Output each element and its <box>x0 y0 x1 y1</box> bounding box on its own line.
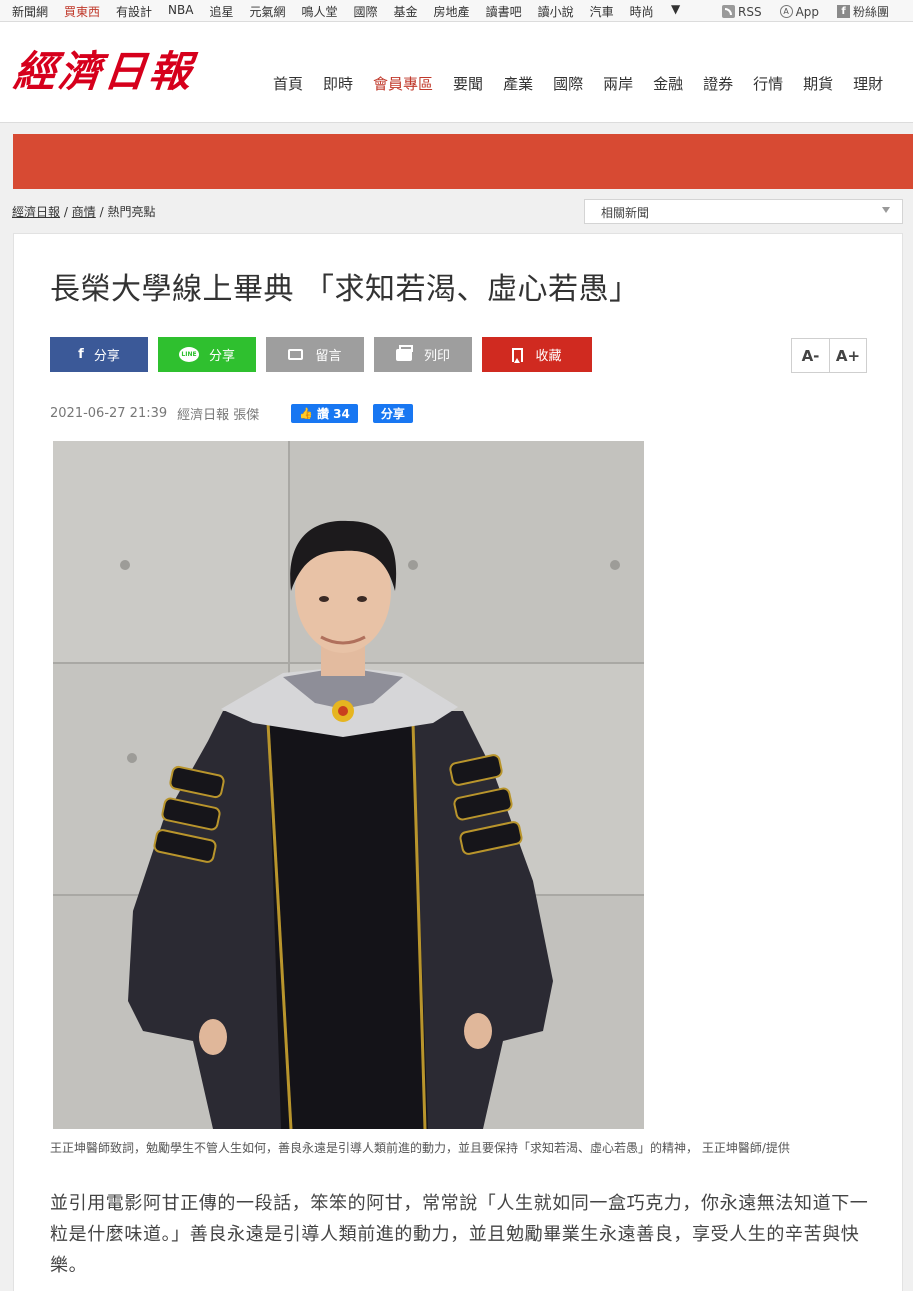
rss-link[interactable]: RSS <box>722 3 762 20</box>
nav-item-international[interactable]: 國際 <box>553 73 583 94</box>
facebook-share-small-button[interactable]: 分享 <box>372 404 413 423</box>
publish-date: 2021-06-27 21:39 <box>50 406 168 421</box>
network-link[interactable]: 時尚 <box>630 3 654 20</box>
network-links: 新聞網 買東西 有設計 NBA 追星 元氣網 鳴人堂 國際 基金 房地產 讀書吧… <box>12 3 670 20</box>
breadcrumb-separator: / <box>63 205 68 219</box>
print-icon <box>395 344 413 361</box>
nav-item-futures[interactable]: 期貨 <box>803 73 833 94</box>
related-news-select[interactable]: 相關新聞 <box>584 199 903 224</box>
chevron-down-icon <box>882 207 890 213</box>
nav-item-wealth[interactable]: 理財 <box>853 73 883 94</box>
topbar-right: RSS A App f 粉絲團 <box>722 3 907 20</box>
facebook-icon: f <box>78 347 84 362</box>
app-label: App <box>795 4 820 19</box>
network-link[interactable]: 鳴人堂 <box>302 3 338 20</box>
ad-banner[interactable] <box>13 134 913 189</box>
network-link[interactable]: 基金 <box>394 3 418 20</box>
article-photo <box>53 441 644 1129</box>
article-card: 長榮大學線上畢典 「求知若渴、虛心若愚」 f 分享 LINE 分享 留言 列印 … <box>13 233 903 1291</box>
line-share-label: 分享 <box>208 349 235 364</box>
nav-item-quotes[interactable]: 行情 <box>753 73 783 94</box>
print-label: 列印 <box>423 349 450 364</box>
article-body: 並引用電影阿甘正傳的一段話，笨笨的阿甘，常常說「人生就如同一盒巧克力，你永遠無法… <box>50 1193 869 1276</box>
thumbs-up-icon: 👍 <box>299 407 313 420</box>
print-button[interactable]: 列印 <box>374 337 472 372</box>
facebook-like-button[interactable]: 👍 讚 34 <box>291 404 358 423</box>
network-link[interactable]: 讀書吧 <box>486 3 522 20</box>
app-icon: A <box>779 5 793 18</box>
nav-item-members[interactable]: 會員專區 <box>373 73 433 94</box>
facebook-share-label: 分享 <box>93 349 120 364</box>
author: 經濟日報 張傑 <box>177 408 260 423</box>
bookmark-icon <box>512 347 524 363</box>
breadcrumb-separator: / <box>99 205 104 219</box>
nav-item-finance[interactable]: 金融 <box>653 73 683 94</box>
rss-label: RSS <box>738 4 762 19</box>
nav-item-industry[interactable]: 產業 <box>503 73 533 94</box>
breadcrumb-item[interactable]: 商情 <box>72 205 96 219</box>
article-meta: 2021-06-27 21:39 經濟日報 張傑 👍 讚 34 分享 <box>50 404 413 423</box>
rss-icon <box>722 5 735 18</box>
network-link[interactable]: 房地產 <box>434 3 470 20</box>
site-logo[interactable]: 經濟日報 <box>11 46 196 98</box>
nav-item-headlines[interactable]: 要聞 <box>453 73 483 94</box>
fans-label: 粉絲團 <box>853 5 890 19</box>
network-link[interactable]: 國際 <box>354 3 378 20</box>
network-link[interactable]: 汽車 <box>590 3 614 20</box>
fans-link[interactable]: f 粉絲團 <box>837 3 889 20</box>
breadcrumb-item[interactable]: 經濟日報 <box>12 205 60 219</box>
share-toolbar: f 分享 LINE 分享 留言 列印 收藏 <box>50 337 602 372</box>
breadcrumb: 經濟日報 / 商情 / 熱門亮點 <box>12 203 155 220</box>
line-icon: LINE <box>178 347 199 362</box>
facebook-share-button[interactable]: f 分享 <box>50 337 148 372</box>
article-title: 長榮大學線上畢典 「求知若渴、虛心若愚」 <box>50 272 640 307</box>
network-link[interactable]: 元氣網 <box>249 3 285 20</box>
breadcrumb-current: 熱門亮點 <box>107 205 156 219</box>
nav-item-breaking[interactable]: 即時 <box>323 73 353 94</box>
nav-item-cross-strait[interactable]: 兩岸 <box>603 73 633 94</box>
site-header: 經濟日報 首頁 即時 會員專區 要聞 產業 國際 兩岸 金融 證券 行情 期貨 … <box>0 22 913 123</box>
nav-item-securities[interactable]: 證券 <box>703 73 733 94</box>
related-news-value: 相關新聞 <box>601 206 650 220</box>
network-link[interactable]: 追星 <box>209 3 233 20</box>
font-increase-button[interactable]: A+ <box>829 339 866 372</box>
network-link[interactable]: 買東西 <box>64 3 100 20</box>
comment-label: 留言 <box>315 349 342 364</box>
triangle-down-icon[interactable]: ▼ <box>671 2 680 16</box>
favorite-label: 收藏 <box>535 349 562 364</box>
nav-item-home[interactable]: 首頁 <box>273 73 303 94</box>
comment-icon <box>288 349 304 360</box>
main-nav: 首頁 即時 會員專區 要聞 產業 國際 兩岸 金融 證券 行情 期貨 理財 <box>273 73 903 94</box>
app-link[interactable]: A App <box>779 3 820 20</box>
font-size-controls: A- A+ <box>791 338 867 373</box>
photo-caption: 王正坤醫師致詞，勉勵學生不管人生如何，善良永遠是引導人類前進的動力，並且要保持「… <box>50 1141 790 1155</box>
comment-button[interactable]: 留言 <box>266 337 364 372</box>
favorite-button[interactable]: 收藏 <box>482 337 592 372</box>
font-decrease-button[interactable]: A- <box>792 339 829 372</box>
network-link[interactable]: 有設計 <box>116 3 152 20</box>
network-link[interactable]: 讀小說 <box>538 3 574 20</box>
network-topbar: 新聞網 買東西 有設計 NBA 追星 元氣網 鳴人堂 國際 基金 房地產 讀書吧… <box>0 0 913 22</box>
like-count: 讚 34 <box>317 407 350 421</box>
facebook-icon: f <box>837 5 851 18</box>
network-link[interactable]: NBA <box>168 3 193 20</box>
graduation-photo <box>53 441 644 1129</box>
line-share-button[interactable]: LINE 分享 <box>158 337 256 372</box>
network-link[interactable]: 新聞網 <box>12 3 48 20</box>
